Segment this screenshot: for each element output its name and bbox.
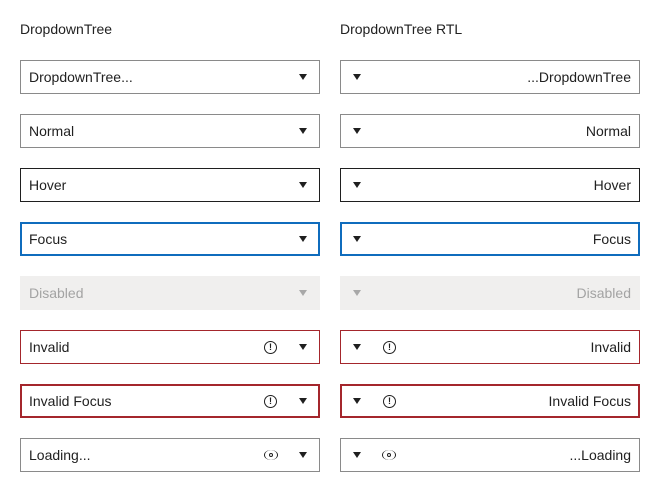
chevron-down-icon[interactable] <box>299 452 307 458</box>
dropdown-tree-invalid[interactable]: Invalid ! <box>20 330 320 364</box>
chevron-down-icon[interactable] <box>299 182 307 188</box>
dropdown-value: Focus <box>29 231 68 247</box>
chevron-down-icon[interactable] <box>353 344 361 350</box>
chevron-down-icon[interactable] <box>353 128 361 134</box>
dropdown-value: ...Loading <box>569 447 632 463</box>
column-title: DropdownTree <box>20 21 113 37</box>
chevron-down-icon[interactable] <box>299 236 307 242</box>
dropdown-tree-rtl-focus[interactable]: Focus <box>340 222 640 256</box>
chevron-down-icon[interactable] <box>353 236 361 242</box>
dropdown-tree-invalid-focus[interactable]: Invalid Focus ! <box>20 384 320 418</box>
chevron-down-icon[interactable] <box>353 74 361 80</box>
dropdown-tree-hover[interactable]: Hover <box>20 168 320 202</box>
dropdown-value: Disabled <box>576 285 631 301</box>
loading-icon <box>381 449 397 461</box>
dropdown-value: Focus <box>592 231 631 247</box>
dropdown-tree-rtl-normal[interactable]: Normal <box>340 114 640 148</box>
chevron-down-icon[interactable] <box>299 398 307 404</box>
chevron-down-icon <box>299 290 307 296</box>
dropdown-value: Disabled <box>29 285 84 301</box>
alert-icon: ! <box>264 394 277 408</box>
dropdown-tree-rtl-invalid[interactable]: Invalid ! <box>340 330 640 364</box>
dropdown-value: Hover <box>29 177 67 193</box>
dropdown-tree-disabled: Disabled <box>20 276 320 310</box>
chevron-down-icon <box>353 290 361 296</box>
chevron-down-icon[interactable] <box>353 398 361 404</box>
loading-icon <box>263 449 279 461</box>
alert-icon: ! <box>383 394 396 408</box>
alert-icon: ! <box>264 340 277 354</box>
dropdown-tree-rtl-invalid-focus[interactable]: Invalid Focus ! <box>340 384 640 418</box>
chevron-down-icon[interactable] <box>353 452 361 458</box>
dropdown-value: Normal <box>585 123 631 139</box>
dropdown-tree-rtl-disabled: Disabled <box>340 276 640 310</box>
dropdown-tree-rtl-loading[interactable]: ...Loading <box>340 438 640 472</box>
dropdown-value: ...DropdownTree <box>527 69 631 85</box>
dropdown-value: Invalid Focus <box>29 393 112 409</box>
dropdown-tree-loading[interactable]: Loading... <box>20 438 320 472</box>
dropdown-value: Invalid Focus <box>548 393 631 409</box>
dropdown-tree-rtl-long-label[interactable]: ...DropdownTree <box>340 60 640 94</box>
dropdown-tree-long-label[interactable]: DropdownTree... <box>20 60 320 94</box>
dropdown-value: Invalid <box>590 339 631 355</box>
chevron-down-icon[interactable] <box>299 74 307 80</box>
dropdown-value: Invalid <box>29 339 70 355</box>
chevron-down-icon[interactable] <box>299 128 307 134</box>
dropdown-value: DropdownTree... <box>29 69 133 85</box>
column-title: DropdownTree RTL <box>340 21 463 37</box>
alert-icon: ! <box>383 340 396 354</box>
dropdown-value: Loading... <box>29 447 91 463</box>
chevron-down-icon[interactable] <box>353 182 361 188</box>
dropdown-value: Hover <box>593 177 631 193</box>
dropdown-value: Normal <box>29 123 75 139</box>
dropdown-tree-normal[interactable]: Normal <box>20 114 320 148</box>
dropdown-tree-focus[interactable]: Focus <box>20 222 320 256</box>
chevron-down-icon[interactable] <box>299 344 307 350</box>
dropdown-tree-rtl-hover[interactable]: Hover <box>340 168 640 202</box>
